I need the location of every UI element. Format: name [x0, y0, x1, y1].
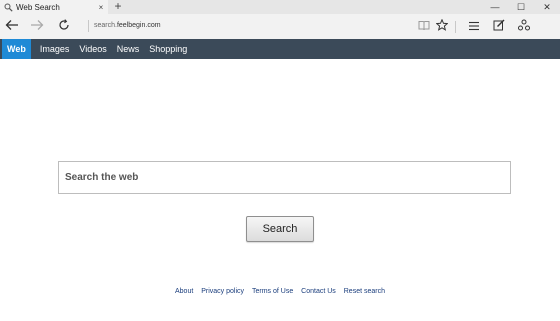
share-button[interactable] [516, 18, 532, 35]
tab-strip: Web Search × + — ☐ ✕ [0, 0, 560, 14]
nav-images[interactable]: Images [35, 39, 75, 59]
forward-icon [30, 18, 44, 36]
address-toolbar: search.feelbegin.com [0, 14, 560, 39]
forward-button[interactable] [28, 18, 46, 35]
footer-link-reset[interactable]: Reset search [344, 288, 385, 295]
share-icon [518, 18, 530, 36]
search-box [58, 161, 511, 194]
nav-shopping[interactable]: Shopping [144, 39, 192, 59]
url-prefix: search. [94, 22, 117, 29]
minimize-button[interactable]: — [482, 0, 508, 14]
nav-videos[interactable]: Videos [74, 39, 111, 59]
browser-tab[interactable]: Web Search × [0, 0, 108, 14]
back-icon [5, 18, 19, 36]
hub-icon [468, 18, 480, 36]
nav-web[interactable]: Web [2, 39, 31, 59]
close-window-button[interactable]: ✕ [534, 0, 560, 14]
back-button[interactable] [3, 18, 21, 35]
footer-link-terms[interactable]: Terms of Use [252, 288, 293, 295]
footer-link-contact[interactable]: Contact Us [301, 288, 336, 295]
footer-link-privacy[interactable]: Privacy policy [201, 288, 244, 295]
web-note-button[interactable] [491, 18, 507, 35]
reading-view-icon [418, 18, 430, 36]
toolbar-divider [455, 21, 456, 33]
footer-link-about[interactable]: About [175, 288, 193, 295]
refresh-icon [58, 18, 70, 36]
new-tab-button[interactable]: + [112, 0, 124, 14]
tab-title: Web Search [16, 2, 60, 12]
address-field[interactable]: search.feelbegin.com [88, 20, 161, 32]
refresh-button[interactable] [55, 18, 73, 35]
tab-close-button[interactable]: × [96, 3, 106, 12]
search-input[interactable] [65, 172, 510, 183]
web-note-icon [493, 18, 505, 36]
favorite-button[interactable] [434, 18, 450, 35]
site-nav: Web Images Videos News Shopping [0, 39, 560, 59]
favorite-star-icon [435, 18, 449, 36]
url-domain: feelbegin.com [116, 22, 161, 29]
nav-news[interactable]: News [112, 39, 145, 59]
footer: About Privacy policy Terms of Use Contac… [0, 288, 560, 295]
hub-button[interactable] [466, 18, 482, 35]
search-icon [4, 3, 13, 12]
search-button[interactable]: Search [246, 216, 314, 242]
reading-view-button[interactable] [416, 18, 432, 35]
maximize-button[interactable]: ☐ [508, 0, 534, 14]
